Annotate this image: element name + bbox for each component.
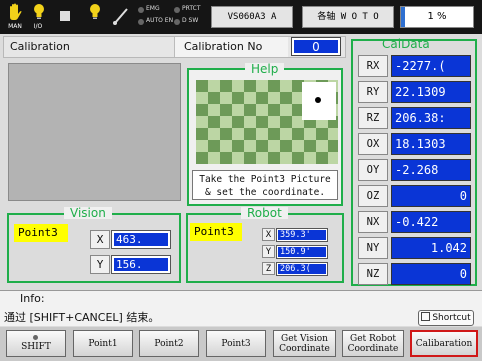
calibration-key[interactable]: Calibaration — [410, 330, 478, 357]
info-label: Info: — [20, 292, 45, 305]
get-robot-coordinate-key-line1: Get Robot — [350, 333, 396, 344]
calibration-no-field[interactable]: 0 — [291, 37, 341, 56]
caldata-value-oz: 0 — [391, 185, 471, 207]
caldata-label-oz: OZ — [358, 185, 388, 207]
caldata-value-ny: 1.042 — [391, 237, 471, 259]
shift-key-label: SHIFT — [21, 335, 51, 352]
caldata-label-rx: RX — [358, 55, 388, 77]
io-label: I/O — [33, 23, 43, 30]
point3-key-label: Point3 — [221, 339, 250, 349]
emg-indicator — [138, 7, 144, 13]
caldata-value-rx: -2277.( — [391, 55, 471, 77]
point1-key-line1: Point1 — [88, 338, 118, 349]
shortcut-button[interactable]: Shortcut — [418, 310, 474, 326]
shift-dot-icon — [33, 335, 39, 340]
page-title: Calibration — [10, 40, 70, 53]
caldata-label-oy: OY — [358, 159, 388, 181]
get-vision-coordinate-key-line2: Coordinate — [279, 343, 330, 354]
caldata-value-ox: 18.1303 — [391, 133, 471, 155]
point3-key[interactable]: Point3 — [206, 330, 266, 357]
shortcut-icon — [421, 312, 431, 321]
dsw-indicator — [174, 19, 180, 25]
man-mode-label: MAN — [8, 23, 22, 30]
hand-icon[interactable] — [6, 3, 24, 25]
shortcut-label: Shortcut — [432, 313, 471, 323]
robot-model-box[interactable]: VS060A3 A — [211, 6, 293, 28]
caldata-label-ry: RY — [358, 81, 388, 103]
robot-title: Robot — [241, 207, 288, 219]
point1-key-label: Point1 — [88, 339, 117, 349]
calibration-key-label: Calibaration — [416, 339, 473, 349]
get-vision-coordinate-key[interactable]: Get Vision Coordinate — [273, 330, 336, 357]
caldata-title: CalData — [382, 37, 430, 51]
point2-key[interactable]: Point2 — [139, 330, 199, 357]
caldata-value-nz: 0 — [391, 263, 471, 285]
help-text-line1: Take the Point3 Picture — [199, 174, 331, 185]
speed-bar[interactable]: 1 % — [400, 6, 474, 28]
shift-key[interactable]: SHIFT — [6, 330, 66, 357]
caldata-label-ny: NY — [358, 237, 388, 259]
axis-mode-box[interactable]: 各轴 W O T O — [302, 6, 394, 28]
robot-z-label: Z — [262, 262, 275, 275]
speed-percent-text: 1 % — [427, 11, 447, 22]
camera-image-area — [8, 63, 181, 201]
robot-y-field[interactable]: 150.9' — [276, 245, 328, 259]
point2-key-line1: Point2 — [154, 338, 184, 349]
lamp-icon[interactable] — [86, 3, 104, 25]
help-title: Help — [245, 63, 285, 75]
bulb-io-icon[interactable] — [30, 3, 48, 25]
robot-point-label: Point3 — [190, 223, 242, 241]
prtct-label: PRTCT — [182, 5, 201, 12]
auto-en-indicator — [138, 19, 144, 25]
get-vision-coordinate-key-line1: Get Vision — [281, 333, 328, 344]
caldata-value-rz: 206.38: — [391, 107, 471, 129]
vision-title: Vision — [64, 207, 112, 219]
vision-x-label: X — [90, 230, 110, 249]
help-text-line2: & set the coordinate. — [204, 187, 326, 198]
caldata-label-ox: OX — [358, 133, 388, 155]
checkerboard-image — [196, 80, 338, 164]
calibration-no-label: Calibration No — [184, 40, 263, 53]
caldata-value-nx: -0.422 — [391, 211, 471, 233]
vision-x-field[interactable]: 463. — [111, 230, 171, 249]
caldata-label-nz: NZ — [358, 263, 388, 285]
robot-x-label: X — [262, 228, 275, 241]
point2-key-label: Point2 — [154, 339, 183, 349]
caldata-label-nx: NX — [358, 211, 388, 233]
robot-x-field[interactable]: 359.3' — [276, 228, 328, 242]
prtct-indicator — [174, 7, 180, 13]
calibration-key-line1: Calibaration — [415, 338, 473, 349]
info-message: 通过 [SHIFT+CANCEL] 结束。 — [4, 311, 160, 324]
auto-en-label: AUTO EN — [146, 17, 174, 24]
pen-icon[interactable] — [112, 6, 130, 26]
dsw-label: D SW — [182, 17, 199, 24]
point3-key-line1: Point3 — [221, 338, 251, 349]
get-robot-coordinate-key[interactable]: Get Robot Coordinate — [342, 330, 404, 357]
stop-square-icon[interactable] — [60, 11, 70, 21]
get-robot-coordinate-key-line2: Coordinate — [347, 343, 399, 354]
shift-key-line1: SHIFT — [21, 342, 51, 352]
help-text-box: Take the Point3 Picture & set the coordi… — [192, 170, 338, 200]
get-vision-coordinate-key-label: Get Vision Coordinate — [279, 334, 330, 354]
vision-point-label: Point3 — [14, 224, 68, 242]
robot-y-label: Y — [262, 245, 275, 258]
vision-y-label: Y — [90, 255, 110, 274]
vision-y-field[interactable]: 156. — [111, 255, 171, 274]
emg-label: EMG — [146, 5, 160, 12]
robot-z-field[interactable]: 206.3( — [276, 262, 328, 276]
caldata-value-oy: -2.268 — [391, 159, 471, 181]
get-robot-coordinate-key-label: Get Robot Coordinate — [348, 334, 399, 354]
caldata-label-rz: RZ — [358, 107, 388, 129]
point1-key[interactable]: Point1 — [73, 330, 133, 357]
caldata-value-ry: 22.1309 — [391, 81, 471, 103]
